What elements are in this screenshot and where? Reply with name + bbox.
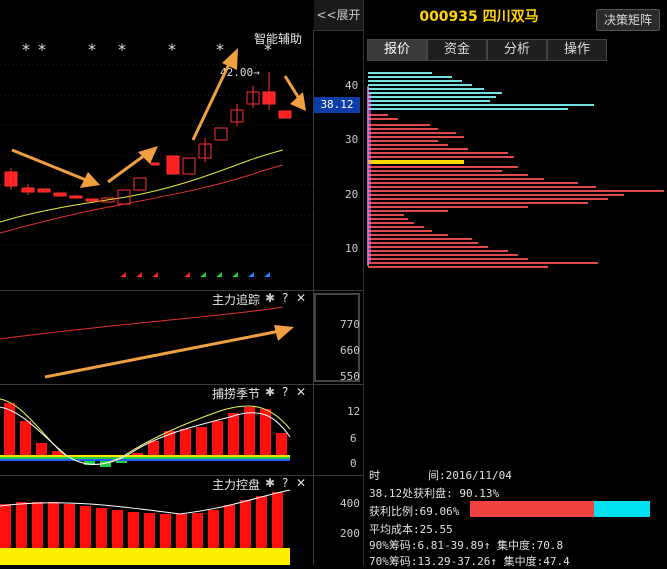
tracking-axis-box [314, 293, 360, 382]
average-cost: 平均成本:25.55 [369, 523, 453, 536]
chip-distribution-chart [367, 72, 664, 268]
price-axis-label: 30 [345, 133, 359, 146]
stock-title: 000935 四川双马 [419, 9, 539, 25]
control-axis-label: 400 [340, 497, 360, 510]
price-axis-label: 10 [345, 242, 359, 255]
season-axis-label: 0 [350, 457, 357, 470]
chip-70-range: 70%筹码:13.29-37.26↑ 集中度:47.4 [369, 555, 570, 568]
time-row: 时 间:2016/11/04 [369, 467, 512, 483]
profit-ratio-label: 获利比例:69.06% [369, 505, 460, 518]
season-chart [0, 398, 291, 467]
tab-analysis[interactable]: 分析 [487, 39, 547, 61]
profit-ratio-bar [470, 501, 650, 517]
tab-quote[interactable]: 报价 [367, 39, 427, 61]
control-axis-label: 200 [340, 527, 360, 540]
candlestick-chart [0, 48, 313, 277]
tracking-chart [0, 306, 294, 379]
decision-matrix-button[interactable]: 决策矩阵 [596, 9, 660, 31]
control-chart [0, 489, 291, 565]
info-panel: 000935 四川双马 决策矩阵 报价 资金 分析 操作 时 间:2016/11… [364, 0, 667, 568]
current-price-tag: 38.12 [314, 97, 360, 113]
tab-operation[interactable]: 操作 [547, 39, 607, 61]
price-axis-label: 40 [345, 79, 359, 92]
season-axis-label: 12 [347, 405, 361, 418]
profit-ratio-fill [470, 501, 595, 517]
expand-button[interactable]: <<展开 [314, 0, 363, 31]
chip-90-range: 90%筹码:6.81-39.89↑ 集中度:70.8 [369, 539, 564, 552]
time-label: 时 [369, 469, 380, 482]
tracking-axis-label: 770 [340, 318, 360, 331]
season-axis-label: 6 [350, 432, 357, 445]
time-value: 间:2016/11/04 [428, 469, 512, 482]
price-axis-label: 20 [345, 188, 359, 201]
profit-at-price: 38.12处获利盘: 90.13% [369, 487, 500, 500]
tab-funds[interactable]: 资金 [427, 39, 487, 61]
tracking-axis-label: 660 [340, 344, 360, 357]
tracking-axis-label: 550 [340, 370, 360, 383]
chart-area: <<展开 智能辅助 * * * * * * * 42.00→ 40 30 20 … [0, 0, 364, 565]
